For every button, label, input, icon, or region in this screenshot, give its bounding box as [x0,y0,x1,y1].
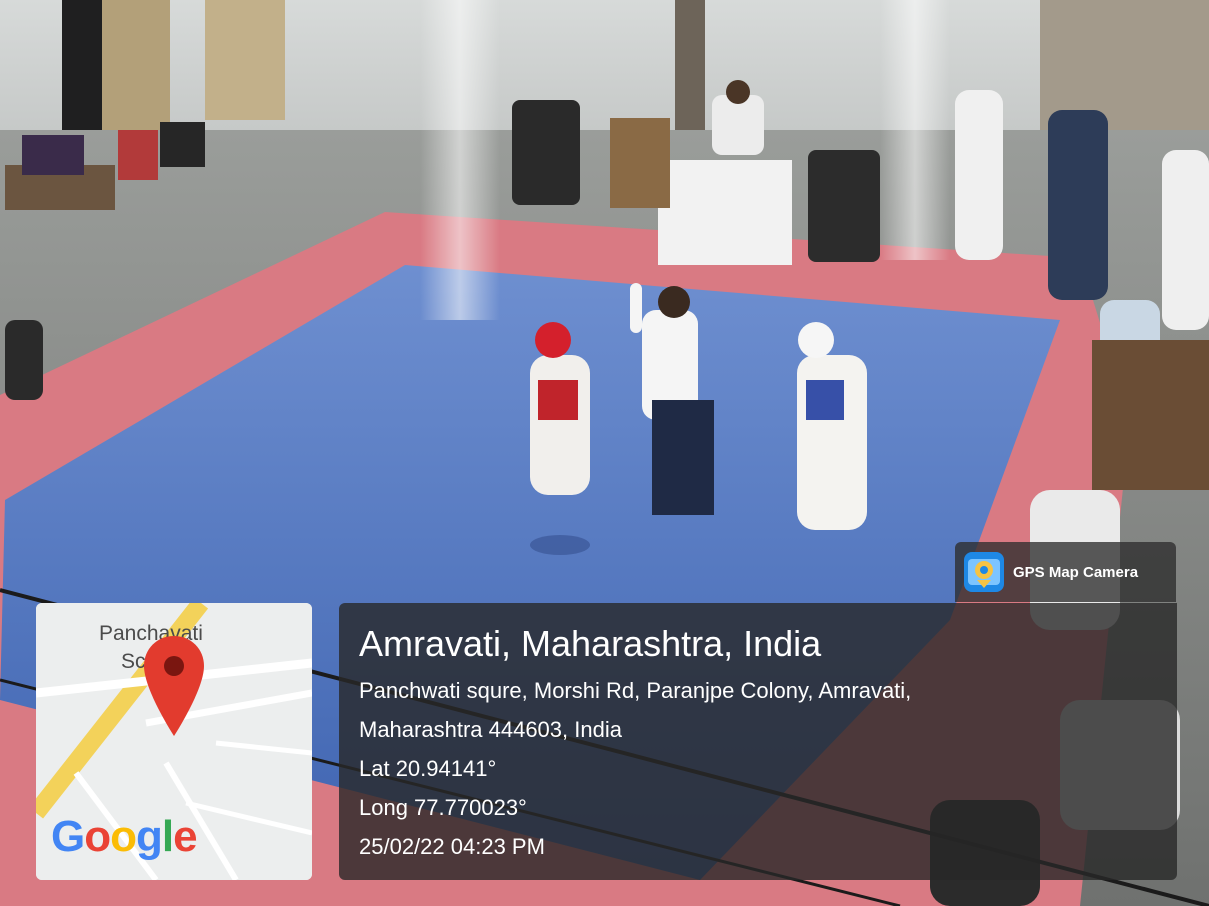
pillar [675,0,705,130]
location-title: Amravati, Maharashtra, India [359,623,822,664]
spectator [1162,150,1209,330]
gps-map-camera-badge: GPS Map Camera [955,542,1176,602]
badge-label: GPS Map Camera [1013,563,1139,581]
pillar [62,0,102,140]
bench [610,118,670,208]
doorway [205,0,285,120]
light-beam [880,0,950,260]
latitude: Lat 20.94141° [359,756,497,781]
stand-rail [1092,340,1209,490]
spectator [1048,110,1108,300]
judge-head [726,80,750,104]
location-map: Panchavati Sc Google [36,603,312,880]
doorway [100,0,170,130]
location-info-panel: Amravati, Maharashtra, India Panchwati s… [339,603,1177,880]
longitude: Long 77.770023° [359,795,527,820]
spectator [5,320,43,400]
timestamp: 25/02/22 04:23 PM [359,834,545,859]
gps-map-camera-app-icon [964,552,1004,592]
spectator [955,90,1003,260]
laptop [22,135,84,175]
address-line-1: Panchwati squre, Morshi Rd, Paranjpe Col… [359,678,912,703]
location-pin-icon [144,636,204,736]
chair [512,100,580,205]
judge-table [658,160,792,265]
bag [118,130,158,180]
address-line-2: Maharashtra 444603, India [359,717,622,742]
chair [808,150,880,262]
google-logo: Google [51,812,198,861]
bag [160,122,205,167]
light-beam [420,0,500,320]
